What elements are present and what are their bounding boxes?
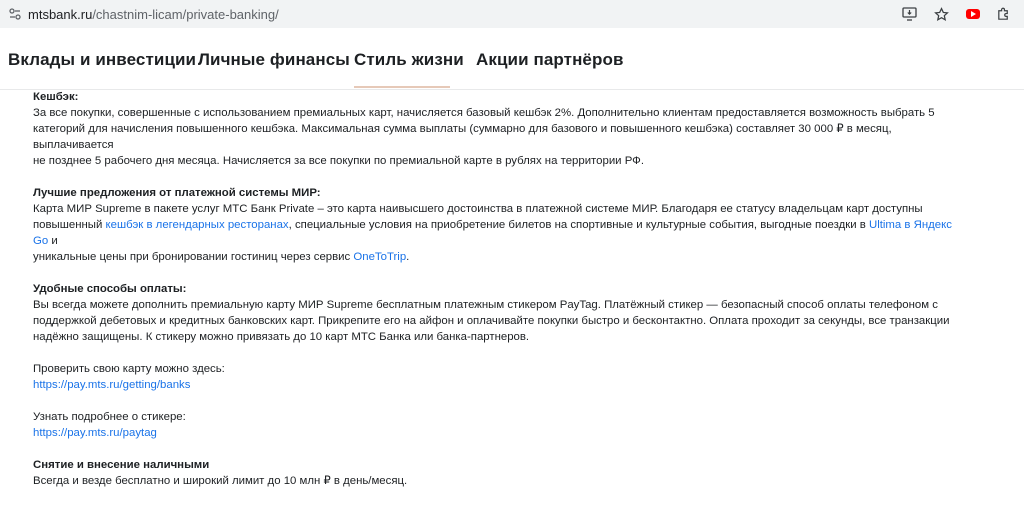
install-app-icon[interactable] [898,3,920,25]
nav-item-personal-finance[interactable]: Личные финансы [198,50,350,70]
site-navigation: Вклады и инвестиции Личные финансы Стиль… [0,28,1024,90]
mir-text-fragment: , специальные условия на приобретение би… [288,219,869,231]
sticker-info-label: Узнать подробнее о стикере: [33,411,186,423]
active-tab-underline [354,86,450,88]
cashback-section: Кешбэк: За все покупки, совершенные с ис… [33,89,963,169]
nav-item-deposits-investments[interactable]: Вклады и инвестиции [8,50,196,70]
site-info-icon[interactable] [4,3,26,25]
cash-heading: Снятие и внесение наличными [33,459,210,471]
check-card-label: Проверить свою карту можно здесь: [33,363,225,375]
url-path: /chastnim-licam/private-banking/ [92,6,279,22]
url-text[interactable]: mtsbank.ru/chastnim-licam/private-bankin… [28,7,279,22]
cashback-text-line: За все покупки, совершенные с использова… [33,107,935,119]
mir-text-fragment: уникальные цены при бронировании гостини… [33,251,354,263]
restaurant-cashback-link[interactable]: кешбэк в легендарных ресторанах [106,219,289,231]
mir-text-line: Карта МИР Supreme в пакете услуг МТС Бан… [33,203,923,215]
mir-text-line: уникальные цены при бронировании гостини… [33,249,963,265]
mir-text-fragment: повышенный [33,219,106,231]
payment-methods-section: Удобные способы оплаты: Вы всегда можете… [33,281,963,345]
main-content: Кешбэк: За все покупки, совершенные с ис… [33,89,963,505]
url-host: mtsbank.ru [28,6,93,22]
sticker-info-section: Узнать подробнее о стикере: https://pay.… [33,409,963,441]
browser-toolbar: mtsbank.ru/chastnim-licam/private-bankin… [0,0,1024,28]
cashback-heading: Кешбэк: [33,91,79,103]
address-bar[interactable]: mtsbank.ru/chastnim-licam/private-bankin… [0,1,958,27]
extensions-puzzle-icon[interactable] [992,3,1014,25]
mir-text-line: повышенный кешбэк в легендарных ресторан… [33,217,963,249]
cash-section: Снятие и внесение наличными Всегда и вез… [33,457,963,489]
sticker-info-link[interactable]: https://pay.mts.ru/paytag [33,425,963,441]
nav-item-partner-promotions[interactable]: Акции партнёров [476,50,624,70]
payment-text-line: Вы всегда можете дополнить премиальную к… [33,299,938,311]
youtube-extension-icon[interactable] [962,3,984,25]
bookmark-star-icon[interactable] [930,3,952,25]
payment-text-line: надёжно защищены. К стикеру можно привяз… [33,331,530,343]
payment-methods-heading: Удобные способы оплаты: [33,283,187,295]
cashback-text-line: категорий для начисления повышенного кеш… [33,123,892,151]
payment-text-line: поддержкой дебетовых и кредитных банковс… [33,315,950,327]
check-card-link[interactable]: https://pay.mts.ru/getting/banks [33,377,963,393]
cashback-text-line: не позднее 5 рабочего дня месяца. Начисл… [33,155,644,167]
check-card-section: Проверить свою карту можно здесь: https:… [33,361,963,393]
mir-text-fragment: . [406,251,410,263]
mir-text-fragment: и [48,235,58,247]
onetotrip-link[interactable]: OneToTrip [353,251,406,263]
mir-offers-section: Лучшие предложения от платежной системы … [33,185,963,265]
mir-offers-heading: Лучшие предложения от платежной системы … [33,187,321,199]
cash-text-line: Всегда и везде бесплатно и широкий лимит… [33,475,408,487]
nav-item-lifestyle[interactable]: Стиль жизни [354,50,464,70]
